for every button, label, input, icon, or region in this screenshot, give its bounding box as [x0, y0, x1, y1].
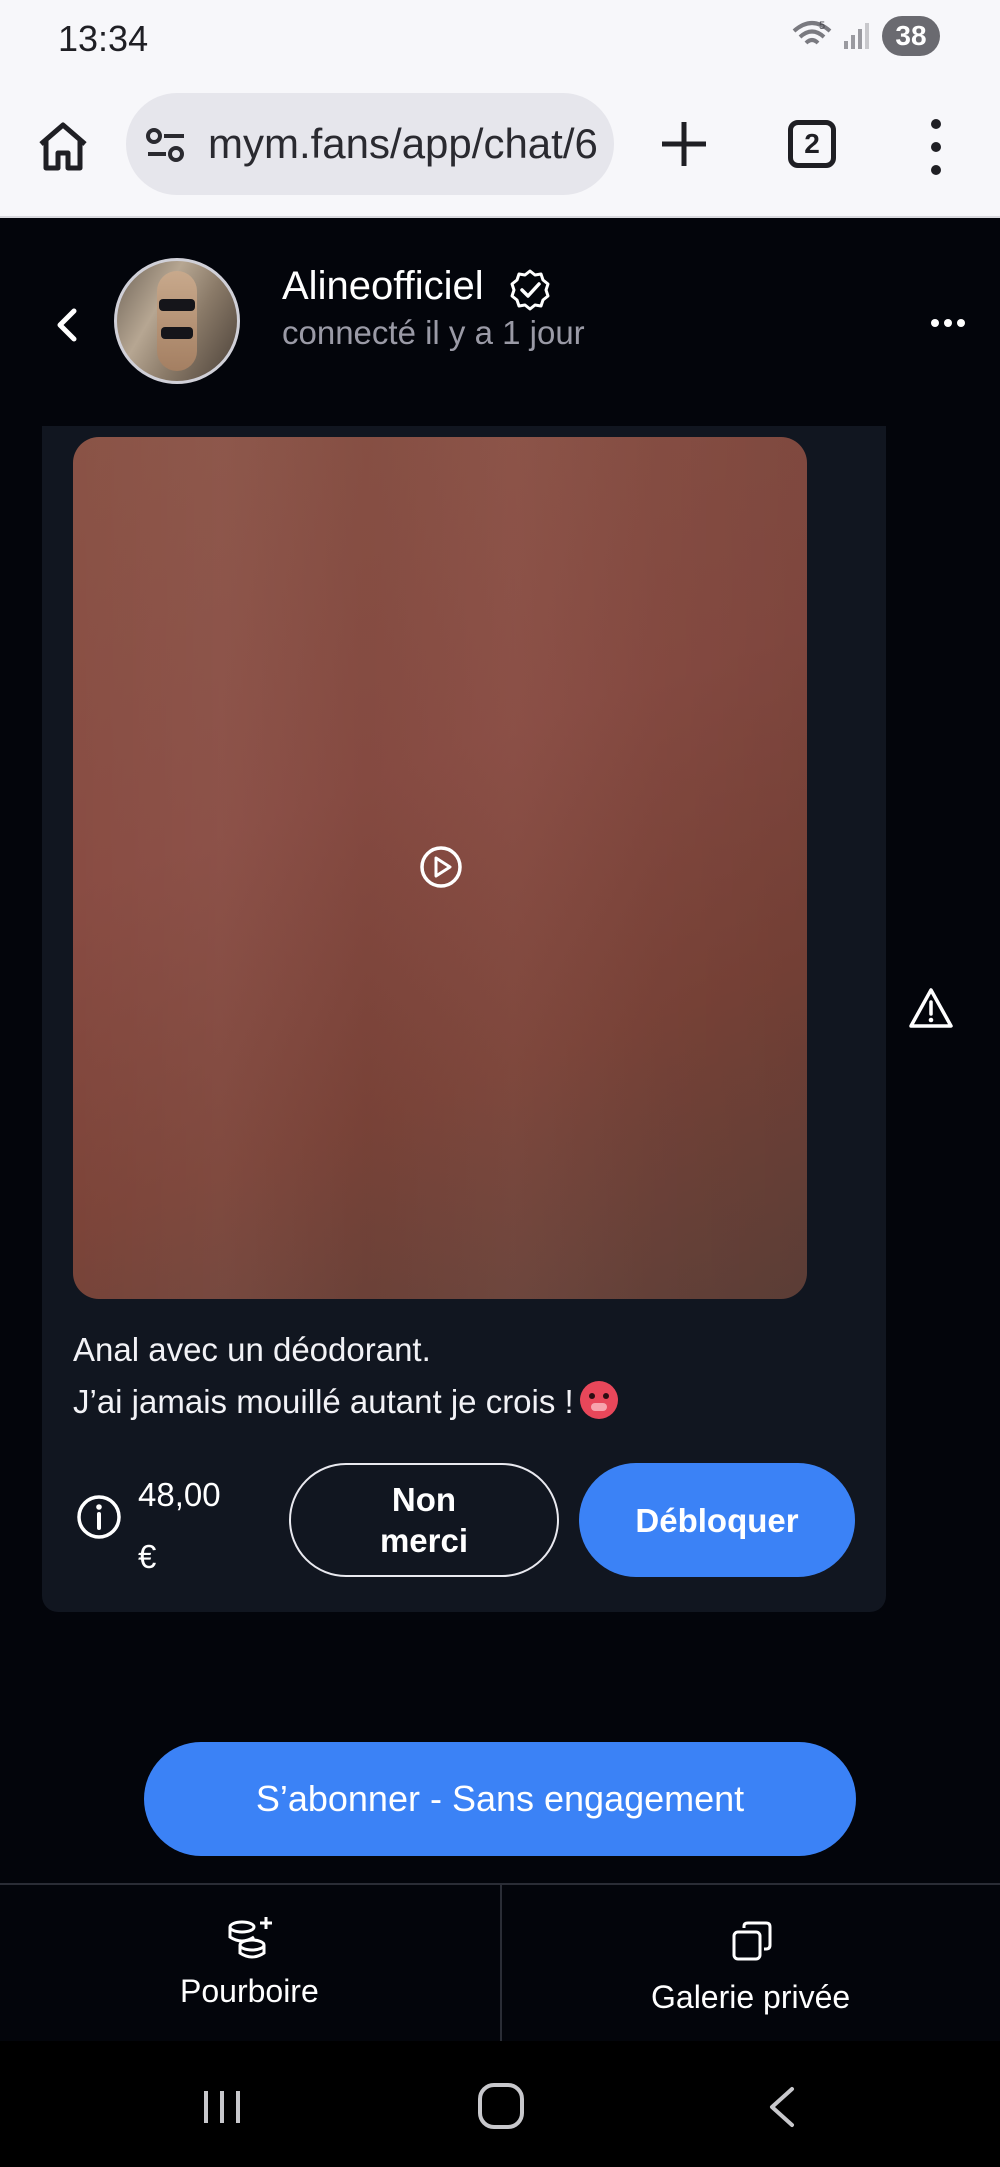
- info-icon[interactable]: [76, 1494, 122, 1540]
- hot-face-emoji-icon: [579, 1381, 618, 1419]
- price-currency: €: [138, 1538, 157, 1575]
- bottom-action-bar: Pourboire Galerie privée: [0, 1883, 1000, 2041]
- browser-toolbar: mym.fans/app/chat/6 2: [0, 78, 1000, 218]
- tip-label: Pourboire: [180, 1973, 319, 2009]
- status-time: 13:34: [58, 18, 149, 59]
- system-home-button[interactable]: [478, 2083, 524, 2129]
- tab-switcher-button[interactable]: 2: [788, 120, 836, 168]
- avatar-figure: [157, 271, 197, 371]
- caption-line-1: Anal avec un déodorant.: [73, 1331, 431, 1368]
- home-icon: [39, 122, 87, 171]
- more-options-icon[interactable]: [928, 308, 968, 338]
- wifi-icon: 5: [792, 20, 832, 45]
- system-navigation-bar: [0, 2041, 1000, 2167]
- back-arrow-icon[interactable]: [50, 303, 86, 347]
- chat-header: Alineofficiel connecté il y a 1 jour: [0, 218, 1000, 428]
- url-text[interactable]: mym.fans/app/chat/6: [208, 120, 606, 168]
- subscribe-button[interactable]: S’abonner - Sans engagement: [144, 1742, 856, 1856]
- wifi-badge: 5: [819, 20, 825, 32]
- caption-line-2: J’ai jamais mouillé autant je crois !: [73, 1383, 574, 1420]
- last-seen-status: connecté il y a 1 jour: [282, 314, 585, 351]
- new-tab-button[interactable]: [652, 112, 716, 176]
- private-gallery-button[interactable]: Galerie privée: [500, 1885, 1000, 2041]
- avatar[interactable]: [114, 258, 240, 384]
- address-bar[interactable]: mym.fans/app/chat/6: [126, 93, 614, 195]
- avatar-detail: [159, 299, 195, 311]
- coins-plus-icon: [228, 1917, 272, 1959]
- battery-indicator: 38: [882, 16, 940, 56]
- price: 48,00 €: [138, 1464, 248, 1588]
- status-icons: 5 38: [792, 16, 940, 56]
- browser-menu-icon[interactable]: [912, 114, 960, 180]
- play-icon[interactable]: [418, 844, 464, 890]
- avatar-detail: [161, 327, 193, 339]
- site-settings-icon[interactable]: [144, 123, 188, 167]
- status-bar: 13:34 5 38: [0, 0, 1000, 78]
- gallery-copy-icon: [732, 1921, 772, 1961]
- signal-icon: [844, 23, 869, 49]
- price-amount: 48,00: [138, 1476, 221, 1513]
- verified-badge-icon: [510, 269, 550, 311]
- locked-message-card: Anal avec un déodorant. J’ai jamais moui…: [42, 426, 886, 1612]
- decline-button[interactable]: Non merci: [289, 1463, 559, 1577]
- unlock-button[interactable]: Débloquer: [579, 1463, 855, 1577]
- message-caption: Anal avec un déodorant. J’ai jamais moui…: [73, 1324, 618, 1428]
- report-warning-icon[interactable]: [908, 986, 954, 1030]
- system-back-icon[interactable]: [764, 2085, 800, 2129]
- blurred-video-preview[interactable]: [73, 437, 807, 1299]
- username[interactable]: Alineofficiel: [282, 264, 484, 309]
- caption-line-2-row: J’ai jamais mouillé autant je crois !: [73, 1376, 618, 1428]
- gallery-label: Galerie privée: [651, 1979, 851, 2015]
- recent-apps-icon[interactable]: [200, 2087, 244, 2127]
- tip-button[interactable]: Pourboire: [0, 1885, 500, 2041]
- home-button[interactable]: [30, 114, 96, 180]
